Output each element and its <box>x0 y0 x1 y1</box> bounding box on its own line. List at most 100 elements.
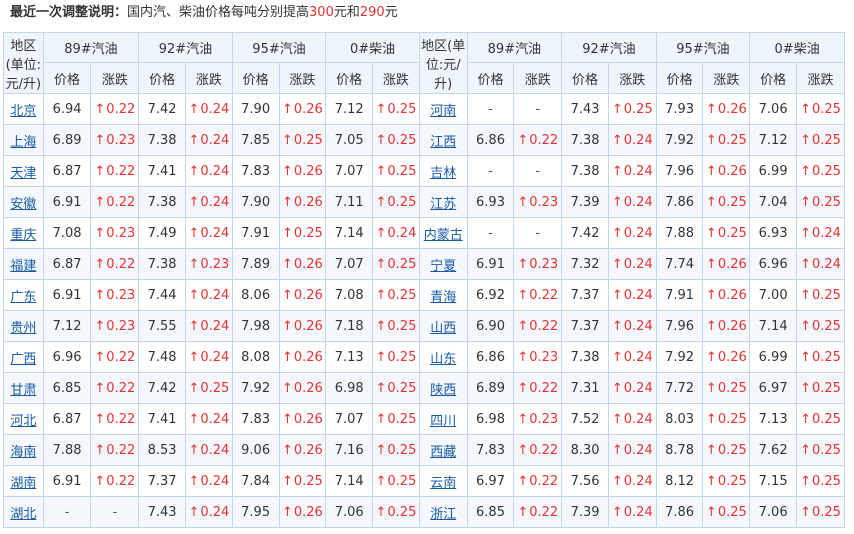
price-change-value: 0.24 <box>811 225 841 241</box>
region-link[interactable]: 广东 <box>3 279 44 311</box>
price-change-value: 0.25 <box>387 163 417 179</box>
price-change-cell: ↑0.25 <box>702 496 751 528</box>
price-change-cell: ↑0.26 <box>278 372 327 404</box>
region-link[interactable]: 海南 <box>3 434 44 466</box>
up-arrow-icon: ↑ <box>281 504 293 520</box>
region-link[interactable]: 山东 <box>418 341 468 373</box>
region-link[interactable]: 江西 <box>418 124 468 156</box>
region-link[interactable]: 青海 <box>418 279 468 311</box>
price-cell: 7.11 <box>325 186 374 218</box>
price-cell: 6.93 <box>749 217 797 249</box>
price-change-value: 0.25 <box>811 132 841 148</box>
region-link[interactable]: 天津 <box>3 155 44 187</box>
region-link[interactable]: 江苏 <box>418 186 468 218</box>
gas-increase-value: 300 <box>309 5 334 20</box>
price-change-value: 0.24 <box>623 225 653 241</box>
region-link[interactable]: 浙江 <box>418 496 468 528</box>
region-link[interactable]: 陕西 <box>418 372 468 404</box>
region-link[interactable]: 内蒙古 <box>418 217 468 249</box>
price-change-value: 0.26 <box>717 349 747 365</box>
region-column-header: 地区(单位:元/升) <box>418 32 468 94</box>
up-arrow-icon: ↑ <box>94 225 106 241</box>
table-row: 天津 6.87 ↑0.22 7.41 ↑0.24 7.83 ↑0.26 7.07 ↑0.25 吉林… <box>3 155 845 187</box>
price-cell: 7.55 <box>138 310 186 342</box>
region-link[interactable]: 宁夏 <box>418 248 468 280</box>
region-link[interactable]: 湖南 <box>3 465 44 497</box>
price-cell: 7.39 <box>561 186 609 218</box>
price-change-value: 0.23 <box>529 256 559 272</box>
up-arrow-icon: ↑ <box>281 287 293 303</box>
region-link[interactable]: 西藏 <box>418 434 468 466</box>
price-change-cell: ↑0.24 <box>607 465 657 497</box>
price-cell: 7.44 <box>138 279 186 311</box>
fuel-column-header: 92#汽油 <box>138 32 233 63</box>
region-link[interactable]: 云南 <box>418 465 468 497</box>
price-change-value: 0.24 <box>623 194 653 210</box>
region-link[interactable]: 湖北 <box>3 496 44 528</box>
region-link[interactable]: 广西 <box>3 341 44 373</box>
up-arrow-icon: ↑ <box>517 473 529 489</box>
region-link[interactable]: 山西 <box>418 310 468 342</box>
price-change-cell: ↑0.25 <box>796 310 845 342</box>
change-column-header: 涨跌 <box>90 62 140 94</box>
change-column-header: 涨跌 <box>796 62 845 94</box>
price-change-value: 0.25 <box>293 225 323 241</box>
up-arrow-icon: ↑ <box>705 163 717 179</box>
up-arrow-icon: ↑ <box>375 411 387 427</box>
region-link[interactable]: 贵州 <box>3 310 44 342</box>
price-change-cell: ↑0.23 <box>90 279 140 311</box>
price-change-cell: ↑0.24 <box>607 341 657 373</box>
price-column-header: 价格 <box>655 62 704 94</box>
price-cell: 7.92 <box>655 341 704 373</box>
price-cell: 7.32 <box>561 248 609 280</box>
price-change-cell: - <box>513 217 563 249</box>
price-change-value: 0.25 <box>717 380 747 396</box>
price-cell: 7.56 <box>561 465 609 497</box>
price-cell: 7.92 <box>231 372 280 404</box>
price-change-value: 0.26 <box>717 163 747 179</box>
price-change-cell: ↑0.25 <box>372 465 420 497</box>
price-change-value: 0.26 <box>293 256 323 272</box>
price-cell: 6.98 <box>325 372 374 404</box>
up-arrow-icon: ↑ <box>375 504 387 520</box>
up-arrow-icon: ↑ <box>94 101 106 117</box>
notice-label: 最近一次调整说明： <box>10 5 128 20</box>
price-change-cell: ↑0.22 <box>513 124 563 156</box>
price-cell: 7.91 <box>655 279 704 311</box>
price-change-value: 0.25 <box>717 194 747 210</box>
price-change-value: 0.26 <box>293 194 323 210</box>
price-change-cell: ↑0.24 <box>607 310 657 342</box>
fuel-column-header: 0#柴油 <box>325 32 420 63</box>
table-row: 广西 6.96 ↑0.22 7.48 ↑0.24 8.08 ↑0.26 7.13 ↑0.25 山东… <box>3 341 845 373</box>
region-link[interactable]: 吉林 <box>418 155 468 187</box>
price-change-cell: ↑0.24 <box>607 279 657 311</box>
price-change-value: 0.25 <box>811 101 841 117</box>
region-link[interactable]: 河北 <box>3 403 44 435</box>
price-change-cell: - <box>513 155 563 187</box>
region-link[interactable]: 四川 <box>418 403 468 435</box>
price-change-cell: ↑0.22 <box>513 465 563 497</box>
region-link[interactable]: 上海 <box>3 124 44 156</box>
region-link[interactable]: 安徽 <box>3 186 44 218</box>
price-change-cell: ↑0.22 <box>513 496 563 528</box>
price-cell: 7.38 <box>138 186 186 218</box>
region-link[interactable]: 福建 <box>3 248 44 280</box>
price-change-value: 0.25 <box>387 101 417 117</box>
region-link[interactable]: 重庆 <box>3 217 44 249</box>
region-link[interactable]: 北京 <box>3 93 44 125</box>
price-change-value: 0.22 <box>106 473 136 489</box>
price-change-cell: ↑0.24 <box>607 403 657 435</box>
price-change-value: 0.23 <box>529 411 559 427</box>
price-change-cell: ↑0.26 <box>702 155 751 187</box>
price-change-cell: ↑0.22 <box>90 434 140 466</box>
price-change-value: 0.22 <box>529 380 559 396</box>
price-change-value: 0.24 <box>200 132 230 148</box>
price-change-value: 0.24 <box>623 411 653 427</box>
up-arrow-icon: ↑ <box>188 194 200 210</box>
price-cell: 8.12 <box>655 465 704 497</box>
region-link[interactable]: 河南 <box>418 93 468 125</box>
up-arrow-icon: ↑ <box>375 132 387 148</box>
price-change-cell: ↑0.25 <box>372 124 420 156</box>
region-link[interactable]: 甘肃 <box>3 372 44 404</box>
up-arrow-icon: ↑ <box>375 349 387 365</box>
